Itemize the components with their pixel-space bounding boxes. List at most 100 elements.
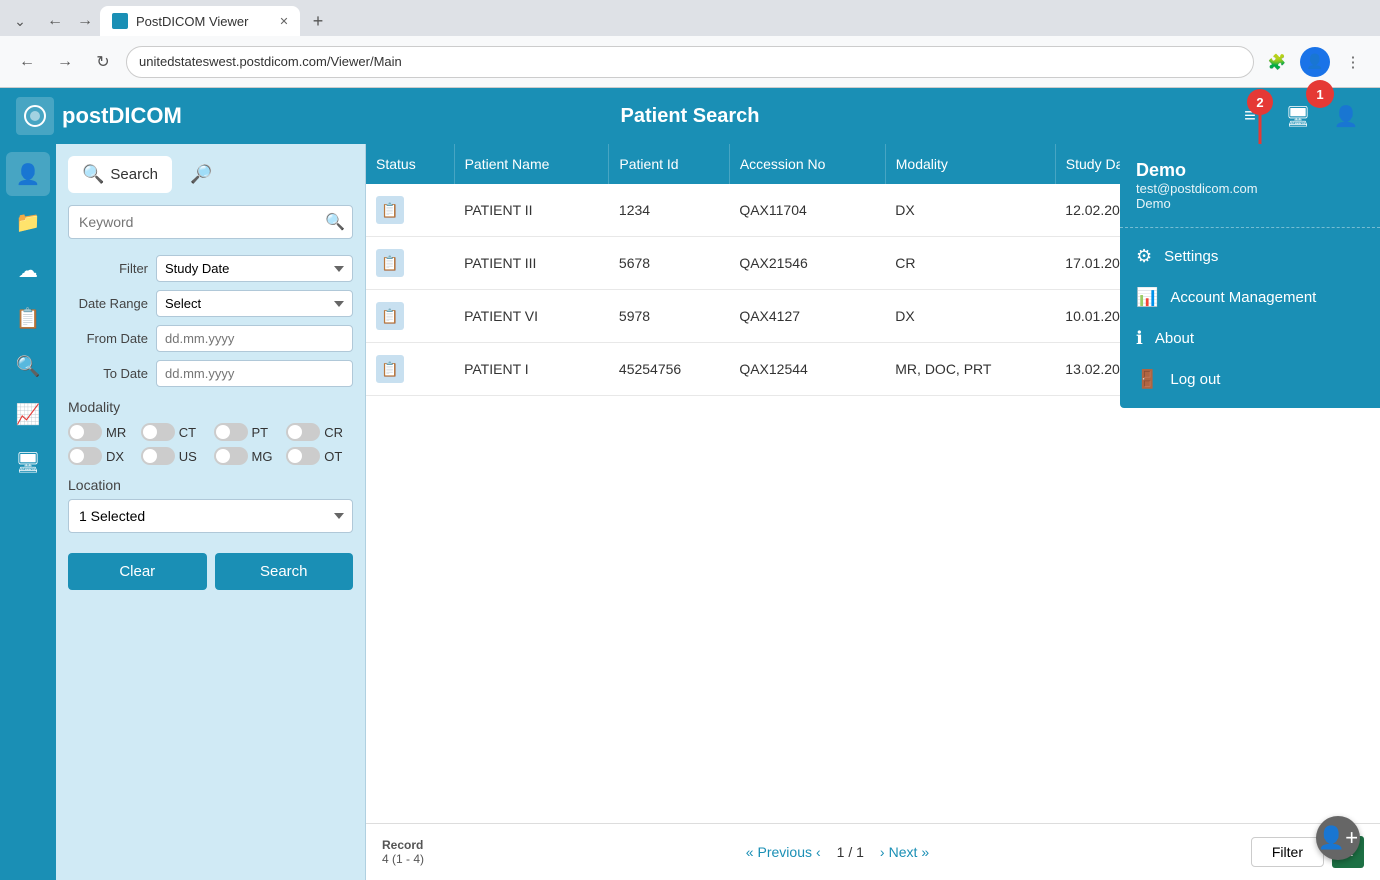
logout-item[interactable]: 🚪 Log out [1120,359,1380,400]
sidebar-item-files[interactable]: 📁 [6,200,50,244]
settings-item[interactable]: ⚙ Settings [1120,236,1380,277]
modality-dx-label: DX [106,449,124,464]
filter-button[interactable]: Filter [1251,837,1324,867]
account-management-label: Account Management [1170,289,1316,306]
modality-mr-toggle[interactable] [68,423,102,441]
modality-ot: OT [286,447,353,465]
tab-list-btn[interactable]: ⌄ [8,9,32,33]
modality-dx-toggle[interactable] [68,447,102,465]
sidebar-item-upload[interactable]: ☁ [6,248,50,292]
account-management-item[interactable]: 📊 Account Management [1120,277,1380,318]
keyword-input[interactable] [68,205,353,239]
page-info: 1 / 1 [837,844,864,860]
prev-chevron: ‹ [816,844,821,860]
viewer-btn[interactable]: 🖥 1 [1280,98,1316,134]
cell-accession: QAX12544 [729,343,885,396]
modality-mr: MR [68,423,135,441]
account-icon: 📊 [1136,287,1158,308]
profile-btn[interactable]: 👤 [1300,47,1330,77]
modality-mg-label: MG [252,449,273,464]
search-tabs: 🔍 Search 🔎 [68,156,353,193]
search-tab-label: Search [110,166,158,183]
logo-icon [16,97,54,135]
modality-ct: CT [141,423,208,441]
cell-modality: DX [885,290,1055,343]
modality-mg: MG [214,447,281,465]
from-date-label: From Date [68,331,148,346]
cell-status: 📋 [366,237,454,290]
forward-btn[interactable]: → [70,6,100,36]
modality-grid: MR CT PT CR [68,423,353,465]
cell-id: 45254756 [609,343,729,396]
status-icon: 📋 [376,302,404,330]
next-label: Next [889,844,918,860]
modality-label: Modality [68,399,353,415]
cell-modality: CR [885,237,1055,290]
col-status: Status [366,144,454,184]
sidebar-item-stats[interactable]: 📈 [6,392,50,436]
cell-id: 1234 [609,184,729,237]
record-info: Record 4 (1 - 4) [382,838,424,866]
tab-search[interactable]: 🔍 Search [68,156,172,193]
location-select[interactable]: 1 Selected [68,499,353,533]
modality-ot-toggle[interactable] [286,447,320,465]
modality-us-toggle[interactable] [141,447,175,465]
active-tab[interactable]: PostDICOM Viewer ✕ [100,6,300,36]
status-icon: 📋 [376,249,404,277]
modality-mg-toggle[interactable] [214,447,248,465]
cell-status: 📋 [366,343,454,396]
browser-forward-btn[interactable]: → [50,47,80,77]
col-accession-no: Accession No [729,144,885,184]
user-menu-btn[interactable]: 👤 [1328,98,1364,134]
user-name: Demo [1136,160,1364,181]
add-patient-icon: 👤+ [1318,825,1358,851]
menu-btn[interactable]: ⋮ [1338,47,1368,77]
modality-ot-label: OT [324,449,342,464]
close-tab-btn[interactable]: ✕ [276,13,292,29]
about-item[interactable]: ℹ About [1120,318,1380,359]
filter-label: Filter [68,261,148,276]
page-title: Patient Search [621,105,760,128]
from-date-input[interactable] [156,325,353,352]
browser-back-btn[interactable]: ← [12,47,42,77]
modality-pt-toggle[interactable] [214,423,248,441]
next-chevron: › [880,844,885,860]
cell-modality: MR, DOC, PRT [885,343,1055,396]
extensions-btn[interactable]: 🧩 [1262,47,1292,77]
sidebar-nav: 👤 📁 ☁ 📋 🔍 📈 🖥 [0,144,56,880]
about-icon: ℹ [1136,328,1143,349]
sidebar-item-search[interactable]: 👤 [6,152,50,196]
location-label: Location [68,477,353,493]
settings-icon: ⚙ [1136,246,1152,267]
filter-select[interactable]: Study Date [156,255,353,282]
new-tab-btn[interactable]: + [304,7,332,35]
status-icon: 📋 [376,196,404,224]
previous-button[interactable]: « Previous ‹ [738,840,829,864]
sidebar-item-analytics[interactable]: 🔍 [6,344,50,388]
user-email: test@postdicom.com [1136,181,1364,196]
to-date-input[interactable] [156,360,353,387]
tab-favicon [112,13,128,29]
modality-mr-label: MR [106,425,126,440]
prev-chevrons: « [746,844,754,860]
tab-advanced-search[interactable]: 🔎 [176,156,226,193]
modality-ct-toggle[interactable] [141,423,175,441]
app-logo: postDICOM [16,97,182,135]
add-patient-button[interactable]: 👤+ [1316,816,1360,860]
sidebar-item-monitor[interactable]: 🖥 [6,440,50,484]
record-label: Record [382,838,424,852]
modality-cr-toggle[interactable] [286,423,320,441]
cell-status: 📋 [366,184,454,237]
next-button[interactable]: › Next » [872,840,937,864]
date-range-select[interactable]: Select [156,290,353,317]
search-tab-icon: 🔍 [82,164,104,185]
worklist-btn[interactable]: ≡ [1232,98,1268,134]
back-btn[interactable]: ← [40,6,70,36]
browser-refresh-btn[interactable]: ↻ [88,47,118,77]
modality-ct-label: CT [179,425,196,440]
sidebar-item-reports[interactable]: 📋 [6,296,50,340]
tab-title: PostDICOM Viewer [136,14,248,29]
clear-button[interactable]: Clear [68,553,207,590]
search-button[interactable]: Search [215,553,354,590]
address-bar[interactable] [126,46,1254,78]
